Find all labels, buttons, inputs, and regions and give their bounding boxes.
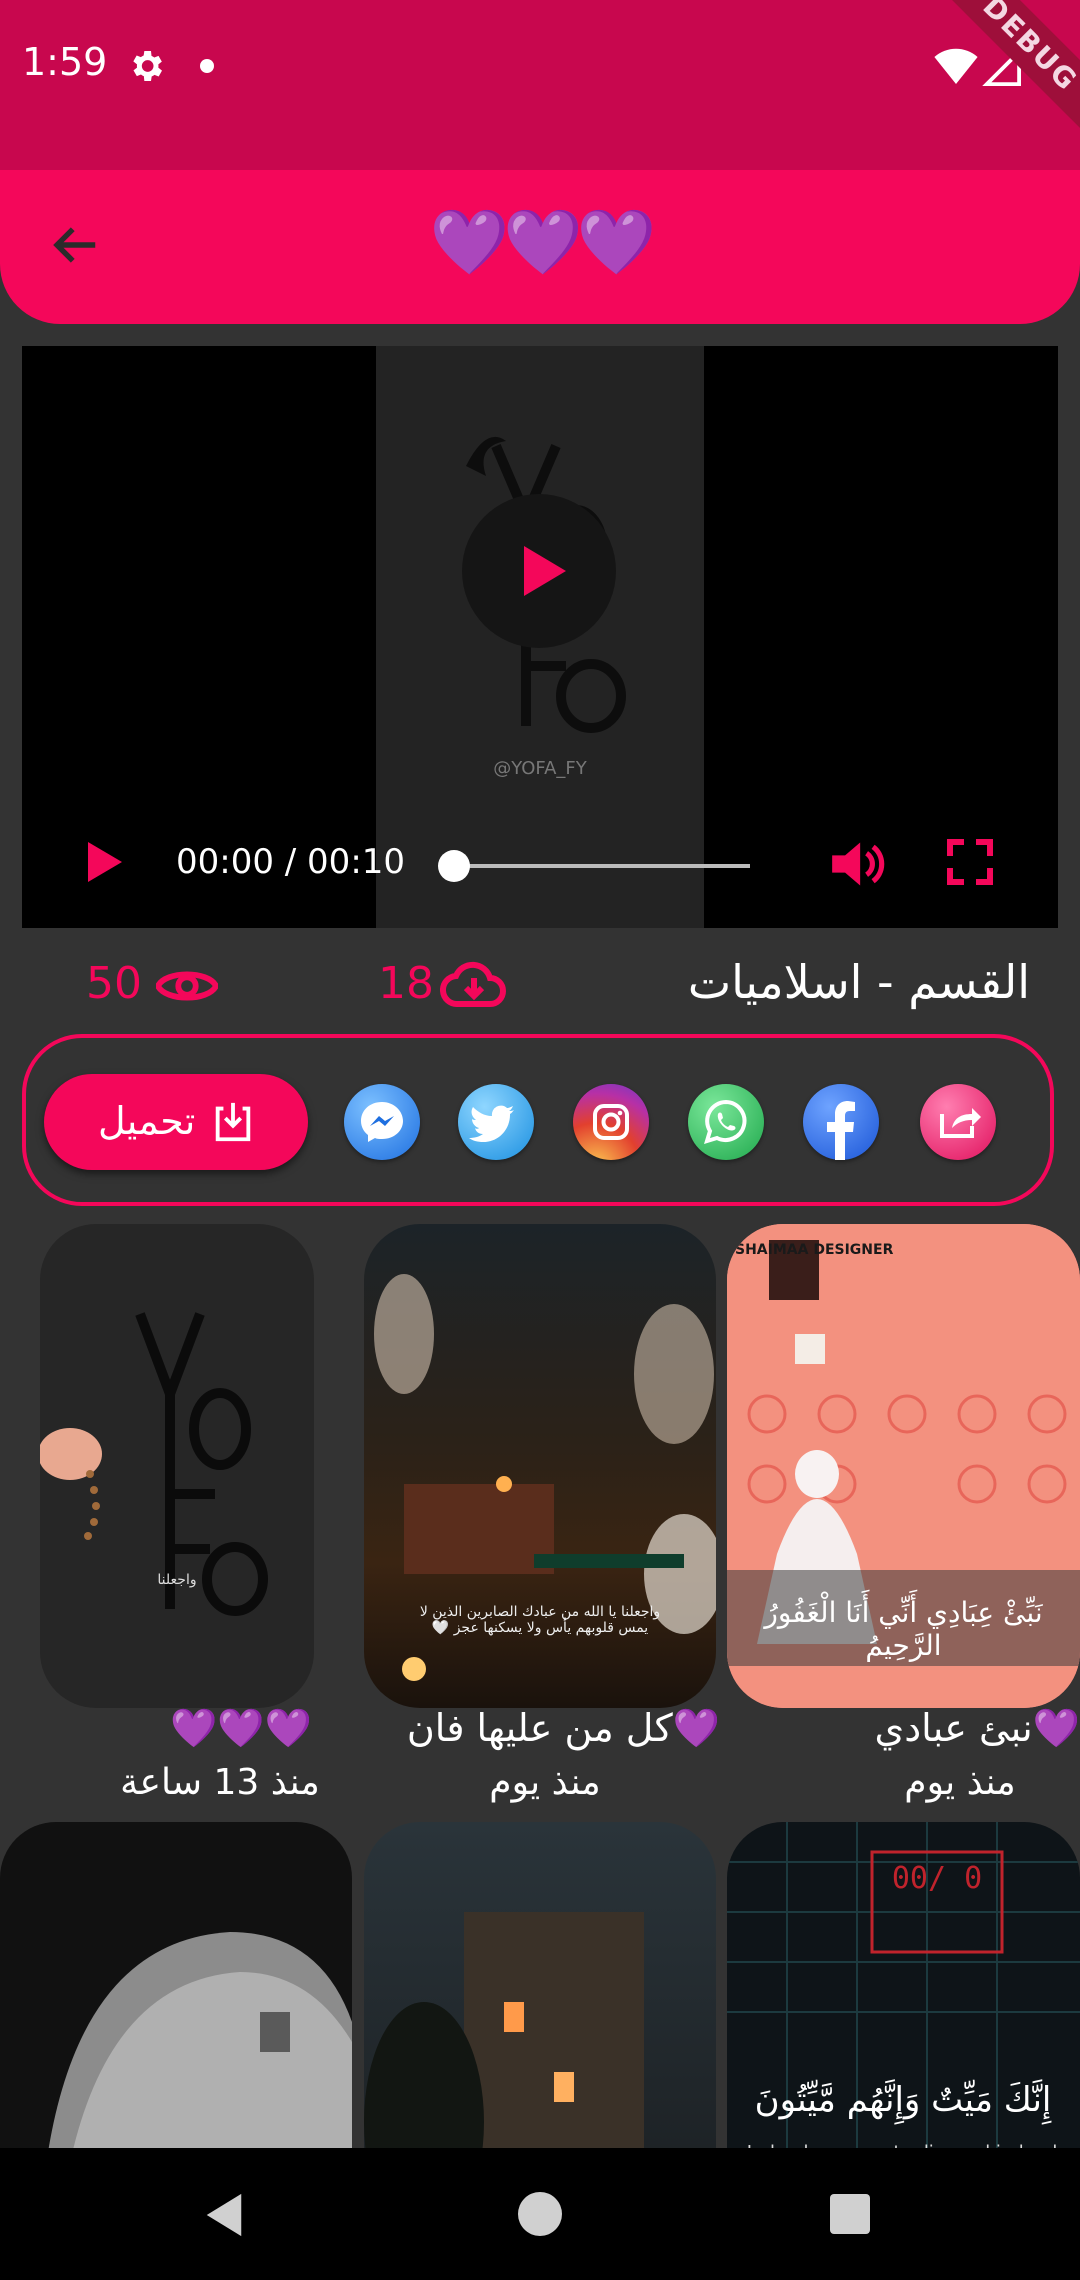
video-time-3: منذ يوم [904,1762,1016,1803]
category-label: القسم - اسلاميات [687,955,1030,1009]
svg-text:واجعلنا: واجعلنا [157,1572,196,1588]
share-icon [940,1108,981,1138]
thumbnail-overlay-text: نَبِّئْ عِبَادِي أَنِّي أَنَا الْغَفُورُ… [764,1596,1043,1662]
video-title-2: 💜كل من عليها فان [406,1706,720,1750]
share-more-button[interactable] [920,1084,996,1160]
views-count: 50 [86,958,142,1009]
eye-icon [156,971,218,1001]
play-control-icon[interactable] [84,840,124,884]
whatsapp-icon [704,1099,747,1144]
thumbnail-overlay-text: واجعلنا يا الله من عبادك الصابرين الذين … [419,1604,661,1636]
video-title-3: 💜نبئ عبادي [874,1706,1080,1750]
notification-dot-icon [200,59,214,73]
share-instagram-button[interactable] [573,1084,649,1160]
seek-knob[interactable] [438,850,470,882]
video-watermark: @YOFA_FY [493,758,587,779]
download-button-label: تحميل [98,1099,196,1143]
video-title-1: 💜💜💜 [170,1706,312,1750]
instagram-icon [593,1104,629,1140]
video-time-display: 00:00 / 00:10 [176,842,406,882]
video-thumbnail-1[interactable]: واجعلنا [40,1224,314,1708]
share-messenger-button[interactable] [344,1084,420,1160]
system-nav-bar [0,2148,1080,2280]
seek-bar[interactable] [452,864,750,868]
svg-text:00/ 0: 00/ 0 [892,1861,982,1896]
yofa-logo-icon: واجعلنا [40,1312,268,1616]
downloads-count: 18 [378,958,434,1009]
video-time-2: منذ يوم [489,1762,601,1803]
big-play-button[interactable] [462,494,616,648]
facebook-icon [827,1101,855,1160]
page-title: 💜💜💜 [429,206,656,280]
play-icon [524,546,566,596]
video-thumbnail-2[interactable]: واجعلنا يا الله من عبادك الصابرين الذين … [364,1224,716,1708]
video-time-1: منذ 13 ساعة [120,1762,320,1803]
video-thumbnail-3[interactable]: SHAIMAA DESIGNER نَبِّئْ عِبَادِي أَنِّي… [727,1224,1080,1708]
volume-icon[interactable] [830,838,886,890]
thumbnail-brand: SHAIMAA DESIGNER [735,1242,894,1258]
cloud-download-icon [440,961,506,1008]
share-whatsapp-button[interactable] [688,1084,764,1160]
thumbnail-overlay-text: إِنَّكَ مَيِّتٌ وَإِنَّهُم مَّيِّتُونَ [754,2080,1052,2120]
messenger-icon [361,1102,403,1142]
nav-recents-icon[interactable] [830,2194,870,2234]
twitter-icon [469,1105,514,1142]
status-time: 1:59 [22,40,108,84]
fullscreen-icon[interactable] [946,838,994,886]
wifi-icon [934,48,978,84]
download-icon [215,1102,251,1142]
share-facebook-button[interactable] [803,1084,879,1160]
gear-icon [133,51,162,81]
nav-back-icon[interactable] [202,2192,246,2238]
share-twitter-button[interactable] [458,1084,534,1160]
nav-home-icon[interactable] [518,2192,562,2236]
